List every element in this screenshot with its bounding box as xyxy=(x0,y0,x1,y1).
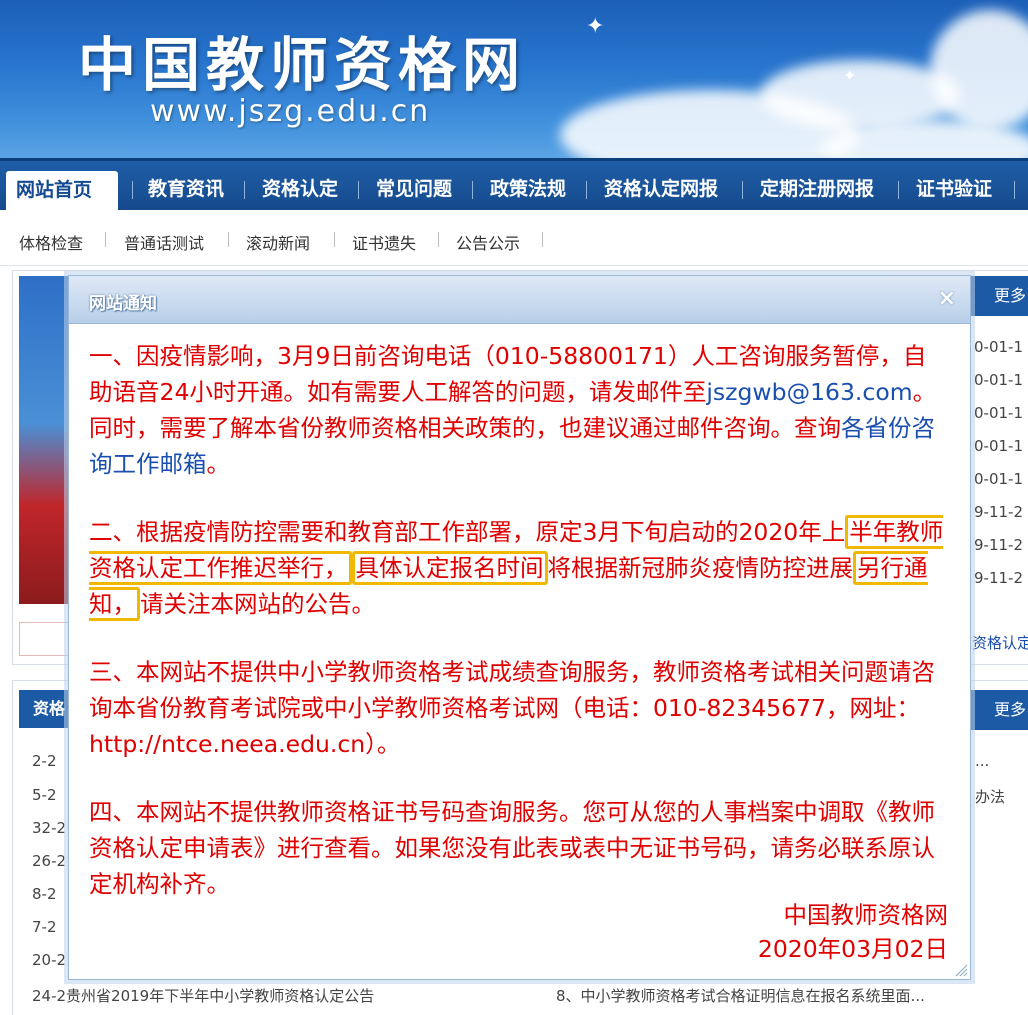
nav-separator xyxy=(132,181,133,199)
nav-item-registration-online[interactable]: 定期注册网报 xyxy=(750,173,884,205)
list-item[interactable]: 20-2 xyxy=(32,951,66,969)
nav-item-policy[interactable]: 政策法规 xyxy=(480,173,576,205)
site-url: www.jszg.edu.cn xyxy=(150,94,431,129)
list-item[interactable]: 7-2 xyxy=(32,918,57,936)
nav-separator xyxy=(898,181,899,199)
notice-text: 。 xyxy=(206,450,231,478)
signature-date: 2020年03月02日 xyxy=(757,935,948,963)
section-tag: 资格 xyxy=(19,690,69,728)
list-item[interactable]: 8-2 xyxy=(32,885,57,903)
list-item[interactable]: 24-2贵州省2019年下半年中小学教师资格认定公告 xyxy=(32,985,374,1006)
modal-header[interactable]: 网站通知 × xyxy=(69,276,970,324)
site-title: 中国教师资格网 xyxy=(78,31,527,99)
cert-link-snippet[interactable]: 资格认定 xyxy=(972,632,1028,653)
news-date: 0-01-1 xyxy=(974,338,1023,356)
list-item[interactable]: 2-2 xyxy=(32,752,57,770)
nav-separator xyxy=(1014,181,1015,199)
news-date: 9-11-2 xyxy=(974,569,1023,587)
news-date: 9-11-2 xyxy=(974,536,1023,554)
highlight-registration-time: 具体认定报名时间 xyxy=(351,551,548,585)
news-date: 0-01-1 xyxy=(974,371,1023,389)
list-item[interactable]: 8、中小学教师资格考试合格证明信息在报名系统里面... xyxy=(556,985,925,1006)
nav-item-news[interactable]: 教育资讯 xyxy=(138,173,234,205)
nav-item-home[interactable]: 网站首页 xyxy=(6,171,118,213)
close-icon[interactable]: × xyxy=(938,286,956,311)
resize-handle-icon[interactable] xyxy=(954,963,968,977)
nav-separator xyxy=(472,181,473,199)
signature-org: 中国教师资格网 xyxy=(783,901,949,929)
notice-text: 将根据新冠肺炎疫情防控进展 xyxy=(547,554,854,582)
subnav-item-physical-exam[interactable]: 体格检查 xyxy=(19,230,83,254)
nav-separator xyxy=(358,181,359,199)
notice-paragraph-2: 二、根据疫情防控需要和教育部工作部署，原定3月下旬启动的2020年上 半年教师资格… xyxy=(89,514,949,622)
notice-paragraph-4: 四、本网站不提供教师资格证书号码查询服务。您可从您的人事档案中调取《教师资格认定… xyxy=(89,798,935,898)
nav-separator xyxy=(742,181,743,199)
header-banner: ✦ ✦ 中国教师资格网 www.jszg.edu.cn xyxy=(0,0,1028,158)
main-nav: 网站首页 教育资讯 资格认定 常见问题 政策法规 资格认定网报 定期注册网报 证… xyxy=(0,158,1028,213)
notice-text: 二、根据疫情防控需要和教育部工作部署，原定3月下旬启动的2020年上 xyxy=(89,518,846,546)
subnav-separator xyxy=(542,232,543,247)
subnav-item-scrolling-news[interactable]: 滚动新闻 xyxy=(246,230,310,254)
star-icon: ✦ xyxy=(586,14,605,39)
subnav-separator xyxy=(105,232,106,247)
subnav-item-announcements[interactable]: 公告公示 xyxy=(456,230,520,254)
more-news-link[interactable]: 更多 xyxy=(970,276,1028,316)
news-date: 9-11-2 xyxy=(974,503,1023,521)
list-item[interactable]: 5-2 xyxy=(32,786,57,804)
list-item-snippet[interactable]: 办法 xyxy=(975,786,1005,807)
nav-item-faq[interactable]: 常见问题 xyxy=(366,173,462,205)
news-date: 0-01-1 xyxy=(974,404,1023,422)
subnav-separator xyxy=(334,232,335,247)
subnav-item-mandarin-test[interactable]: 普通话测试 xyxy=(124,230,204,254)
list-item-snippet[interactable]: ... xyxy=(975,752,989,770)
nav-separator xyxy=(244,181,245,199)
nav-item-verify[interactable]: 证书验证 xyxy=(906,173,1002,205)
modal-title: 网站通知 xyxy=(89,294,157,314)
notice-paragraph-3: 三、本网站不提供中小学教师资格考试成绩查询服务，教师资格考试相关问题请咨询本省份… xyxy=(89,658,935,758)
notice-paragraph-1: 一、因疫情影响，3月9日前咨询电话（010-58800171）人工咨询服务暂停，… xyxy=(89,338,949,482)
news-date: 0-01-1 xyxy=(974,437,1023,455)
nav-item-cert-online[interactable]: 资格认定网报 xyxy=(594,173,728,205)
more-list-link[interactable]: 更多 xyxy=(970,690,1028,730)
star-icon: ✦ xyxy=(843,66,857,85)
notice-text: 请关注本网站的公告。 xyxy=(140,590,375,618)
list-item[interactable]: 32-2 xyxy=(32,819,66,837)
nav-separator xyxy=(586,181,587,199)
subnav-separator xyxy=(228,232,229,247)
modal-body: 一、因疫情影响，3月9日前咨询电话（010-58800171）人工咨询服务暂停，… xyxy=(89,338,949,934)
subnav-separator xyxy=(438,232,439,247)
email-link[interactable]: jszgwb@163.com xyxy=(706,378,912,406)
notice-modal: 网站通知 × 一、因疫情影响，3月9日前咨询电话（010-58800171）人工… xyxy=(68,275,971,980)
notice-signature: 中国教师资格网 2020年03月02日 xyxy=(758,898,948,966)
list-item[interactable]: 26-2 xyxy=(32,852,66,870)
subnav-item-cert-lost[interactable]: 证书遗失 xyxy=(352,230,416,254)
news-date: 0-01-1 xyxy=(974,470,1023,488)
nav-item-certification[interactable]: 资格认定 xyxy=(252,173,348,205)
sub-nav: 体格检查 普通话测试 滚动新闻 证书遗失 公告公示 xyxy=(0,210,1028,266)
